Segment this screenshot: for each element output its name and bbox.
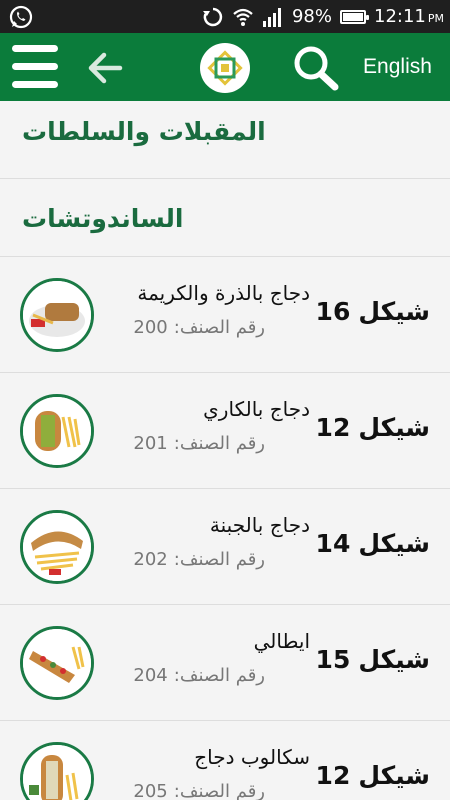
logo-icon: [207, 50, 243, 86]
item-price: 14 شيكل: [316, 529, 430, 558]
battery-level: [343, 12, 363, 21]
app-bar: English: [0, 33, 450, 101]
sandwich-image-icon: [23, 281, 91, 349]
app-logo[interactable]: [200, 43, 250, 93]
item-code-label: رقم الصنف:: [173, 317, 265, 338]
item-price: 16 شيكل: [316, 297, 430, 326]
item-code: 200 رقم الصنف:: [133, 317, 265, 338]
item-name: دجاج بالكاري: [203, 397, 310, 421]
clock-time: 12:11: [374, 6, 426, 27]
item-code-value: 202: [133, 549, 168, 570]
menu-item-row[interactable]: دجاج بالذرة والكريمة 200 رقم الصنف: 16 شيك…: [0, 257, 450, 373]
item-name: ايطالي: [253, 629, 310, 653]
signal-icon: [262, 7, 281, 27]
sandwich-image-icon: [23, 629, 91, 697]
item-code-value: 200: [133, 317, 168, 338]
item-code-value: 201: [133, 433, 168, 454]
menu-bar-icon: [12, 63, 58, 70]
item-code-label: رقم الصنف:: [173, 549, 265, 570]
item-code-value: 204: [133, 665, 168, 686]
whatsapp-icon: [9, 5, 33, 29]
item-price: 15 شيكل: [316, 645, 430, 674]
category-title: الساندوتشات: [22, 204, 184, 233]
wifi-icon: [233, 8, 253, 26]
language-toggle-button[interactable]: English: [355, 53, 440, 81]
sandwich-image-icon: [23, 745, 91, 800]
menu-item-row[interactable]: سكالوب دجاج 205 رقم الصنف: 12 شيكل: [0, 721, 450, 800]
sandwich-image-icon: [23, 397, 91, 465]
search-icon[interactable]: [292, 45, 340, 91]
item-price: 12 شيكل: [316, 761, 430, 790]
price-currency: شيكل: [358, 297, 430, 326]
menu-bar-icon: [12, 81, 58, 88]
menu-item-row[interactable]: دجاج بالكاري 201 رقم الصنف: 12 شيكل: [0, 373, 450, 489]
status-bar: 98% 12:11 PM: [0, 0, 450, 33]
price-value: 12: [315, 413, 351, 442]
item-code-value: 205: [133, 781, 168, 800]
price-currency: شيكل: [358, 413, 430, 442]
clock: 12:11 PM: [374, 6, 444, 27]
price-currency: شيكل: [358, 761, 430, 790]
price-value: 16: [315, 297, 351, 326]
item-price: 12 شيكل: [316, 413, 430, 442]
back-arrow-icon[interactable]: [86, 50, 124, 86]
menu-item-row[interactable]: دجاج بالجبنة 202 رقم الصنف: 14 شيكل: [0, 489, 450, 605]
food-thumbnail: [20, 278, 94, 352]
menu-button[interactable]: [12, 45, 58, 89]
price-value: 12: [315, 761, 351, 790]
battery-percent: 98%: [291, 6, 332, 27]
battery-icon: [340, 9, 369, 24]
category-row-sandwiches[interactable]: الساندوتشات: [0, 179, 450, 257]
price-value: 15: [315, 645, 351, 674]
item-name: دجاج بالذرة والكريمة: [137, 281, 310, 305]
item-code: 205 رقم الصنف:: [133, 781, 265, 800]
item-name: سكالوب دجاج: [194, 745, 310, 769]
item-code: 202 رقم الصنف:: [133, 549, 265, 570]
food-thumbnail: [20, 626, 94, 700]
food-thumbnail: [20, 394, 94, 468]
item-code: 204 رقم الصنف:: [133, 665, 265, 686]
category-row-appetizers[interactable]: المقبلات والسلطات: [0, 101, 450, 179]
item-code-label: رقم الصنف:: [173, 781, 265, 800]
item-code-label: رقم الصنف:: [173, 433, 265, 454]
price-currency: شيكل: [358, 645, 430, 674]
item-code: 201 رقم الصنف:: [133, 433, 265, 454]
menu-item-row[interactable]: ايطالي 204 رقم الصنف: 15 شيكل: [0, 605, 450, 721]
item-name: دجاج بالجبنة: [209, 513, 310, 537]
clock-ampm: PM: [427, 12, 444, 25]
food-thumbnail: [20, 510, 94, 584]
menu-bar-icon: [12, 45, 58, 52]
category-title: المقبلات والسلطات: [22, 117, 266, 146]
menu-list: المقبلات والسلطات الساندوتشات دجاج بالذر…: [0, 101, 450, 800]
sandwich-image-icon: [23, 513, 91, 581]
price-value: 14: [315, 529, 351, 558]
price-currency: شيكل: [358, 529, 430, 558]
food-thumbnail: [20, 742, 94, 800]
item-code-label: رقم الصنف:: [173, 665, 265, 686]
sync-icon: [202, 7, 223, 26]
